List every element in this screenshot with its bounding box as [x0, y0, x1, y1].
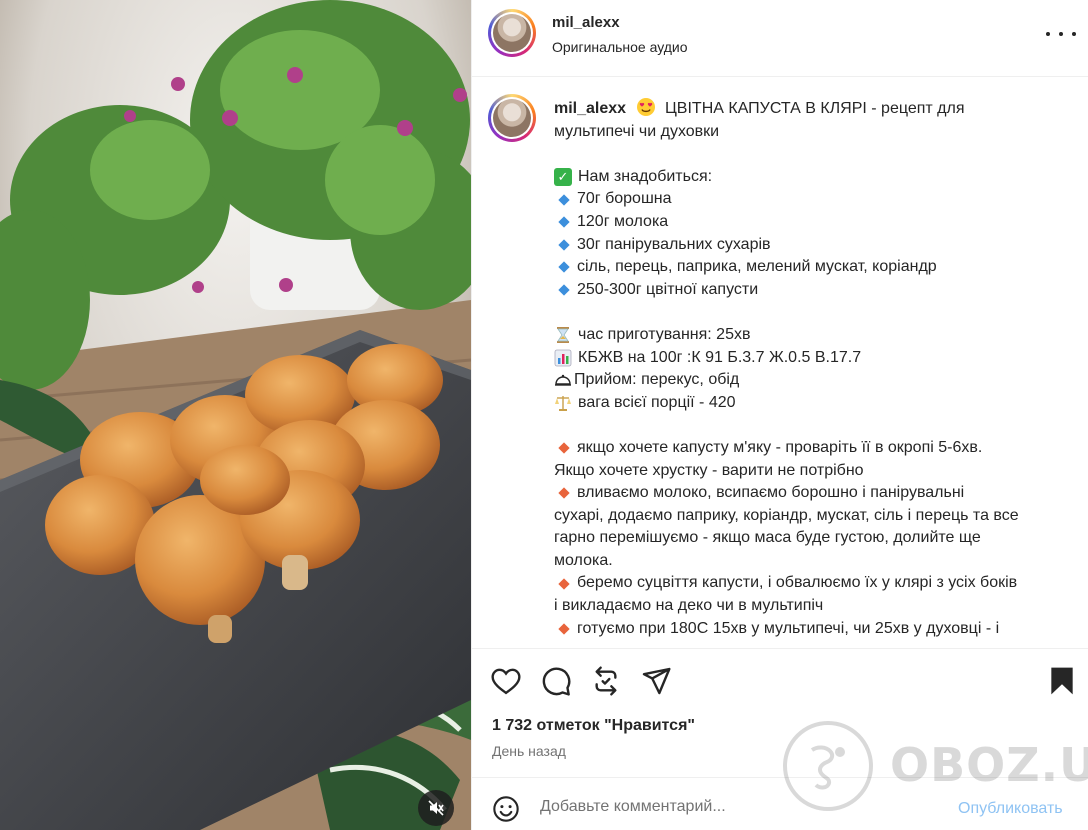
- comment-button[interactable]: [540, 665, 572, 697]
- orange-diamond-icon: [558, 487, 570, 500]
- step-text: беремо суцвіття капусти, і обвалюємо їх …: [577, 574, 1018, 592]
- ingredients-header: Нам знадобиться:: [578, 167, 713, 185]
- avatar[interactable]: [488, 9, 536, 57]
- step-text: вливаємо молоко, всипаємо борошно і пані…: [577, 484, 965, 502]
- check-mark-icon: ✓: [554, 168, 572, 187]
- emoji-icon: [493, 796, 519, 822]
- food-photo: [0, 0, 471, 830]
- bookmark-icon: [1051, 667, 1073, 695]
- header-username[interactable]: mil_alexx: [552, 14, 620, 31]
- comment-bar: Опубликовать: [472, 777, 1088, 830]
- ingredient-item: 250-300г цвітної капусти: [577, 280, 759, 298]
- orange-diamond-icon: [558, 442, 570, 454]
- mute-button[interactable]: [418, 790, 454, 826]
- share-button[interactable]: [640, 665, 672, 697]
- caption-title-line2: мультипечі чи духовки: [554, 122, 720, 140]
- step-text: і викладаємо на деко чи в мультипіч: [554, 597, 824, 615]
- step-text: гарно перемішуємо - якщо маса буде густо…: [554, 529, 981, 547]
- likes-count[interactable]: 1 732 отметок "Нравится": [492, 717, 695, 735]
- ingredient-item: 70г борошна: [577, 190, 672, 208]
- emoji-button[interactable]: [492, 795, 520, 823]
- audio-label[interactable]: Оригинальное аудио: [552, 39, 688, 55]
- save-button[interactable]: [1046, 665, 1078, 697]
- step-text: Якщо хочете хрустку - варити не потрібно: [554, 461, 864, 479]
- post-panel: mil_alexx Оригинальное аудио mil_alexx Ц…: [471, 0, 1088, 830]
- orange-diamond-icon: [558, 623, 570, 635]
- heart-icon: [491, 668, 521, 695]
- caption-title-line1: ЦВІТНА КАПУСТА В КЛЯРІ - рецепт для: [664, 100, 965, 117]
- actions-bar: 1 732 отметок "Нравится" День назад: [472, 648, 1088, 778]
- ingredient-item: 30г панірувальних сухарів: [577, 235, 771, 253]
- more-icon: [1046, 32, 1050, 36]
- comment-icon: [542, 667, 571, 696]
- caption-avatar[interactable]: [488, 94, 536, 142]
- caption-area: mil_alexx ЦВІТНА КАПУСТА В КЛЯРІ - рецеп…: [472, 78, 1088, 648]
- like-button[interactable]: [490, 665, 522, 697]
- publish-button[interactable]: Опубликовать: [958, 800, 1063, 818]
- step-text: готуємо при 180С 15хв у мультипечі, чи 2…: [577, 619, 1000, 637]
- ingredient-item: 120г молока: [577, 212, 669, 230]
- step-text: молока.: [554, 551, 613, 569]
- send-icon: [642, 667, 671, 695]
- repost-icon: [595, 666, 617, 696]
- blue-diamond-icon: [558, 284, 570, 296]
- cooking-time: час приготування: 25хв: [578, 325, 751, 343]
- cloche-icon: [554, 371, 572, 389]
- portion-weight: вага всієї порції - 420: [578, 393, 736, 411]
- orange-diamond-icon: [558, 578, 570, 590]
- blue-diamond-icon: [558, 239, 570, 251]
- post-date[interactable]: День назад: [492, 743, 566, 759]
- comment-input[interactable]: [540, 792, 940, 822]
- repost-button[interactable]: [590, 665, 622, 697]
- bar-chart-icon: [554, 349, 572, 367]
- speaker-muted-icon: [428, 800, 444, 816]
- meal-type: Прийом: перекус, обід: [574, 371, 740, 389]
- post-media[interactable]: [0, 0, 471, 830]
- blue-diamond-icon: [558, 194, 570, 206]
- post-header: mil_alexx Оригинальное аудио: [472, 0, 1088, 77]
- heart-eyes-emoji-icon: [636, 98, 655, 116]
- step-text: якщо хочете капусту м'яку - проваріть її…: [577, 438, 983, 456]
- ingredient-item: сіль, перець, паприка, мелений мускат, к…: [577, 258, 937, 276]
- more-options-button[interactable]: [1046, 22, 1076, 46]
- blue-diamond-icon: [558, 261, 570, 274]
- nutrition-facts: КБЖВ на 100г :К 91 Б.3.7 Ж.0.5 В.17.7: [578, 348, 862, 366]
- caption-username[interactable]: mil_alexx: [554, 100, 626, 117]
- hourglass-icon: [554, 326, 572, 344]
- step-text: сухарі, додаємо паприку, коріандр, муска…: [554, 506, 1019, 524]
- caption: mil_alexx ЦВІТНА КАПУСТА В КЛЯРІ - рецеп…: [554, 98, 1066, 640]
- blue-diamond-icon: [558, 216, 570, 228]
- scales-icon: [554, 394, 572, 412]
